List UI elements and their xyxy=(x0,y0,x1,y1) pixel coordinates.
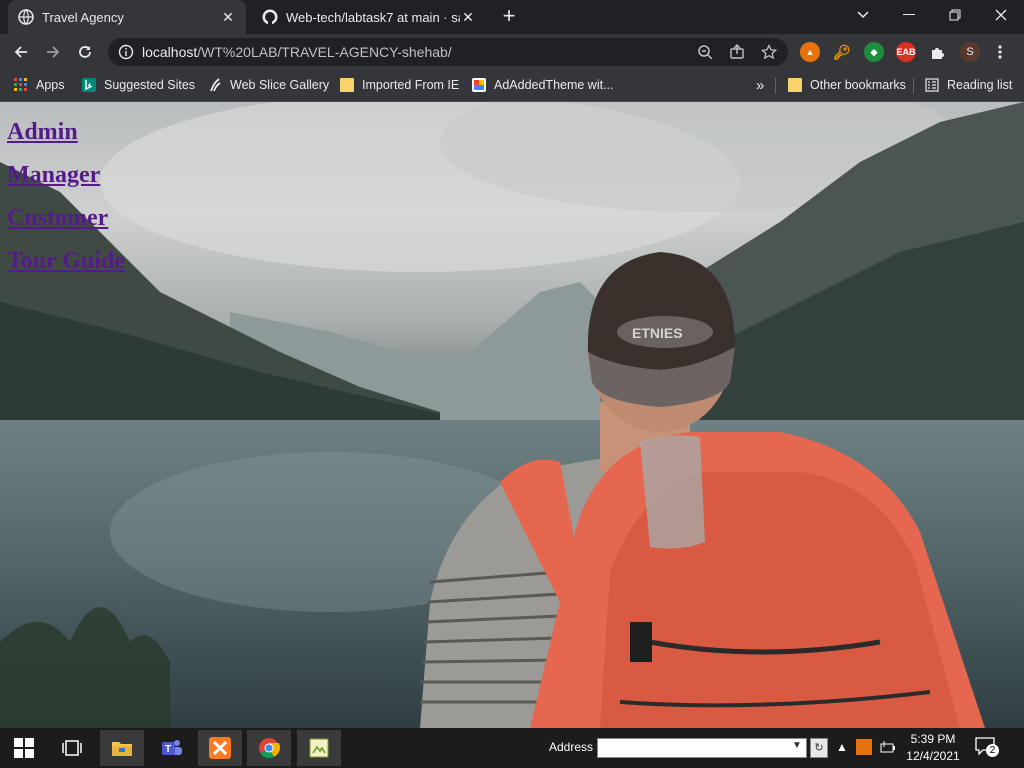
tab-close-icon[interactable]: ✕ xyxy=(460,9,476,25)
windows-taskbar: T Address ▼ ↻ ▲ 5:39 PM 12/4/2021 2 xyxy=(0,728,1024,768)
bookmark-label: AdAddedTheme wit... xyxy=(494,78,614,92)
taskbar-address-label: Address xyxy=(549,740,594,754)
notification-badge: 2 xyxy=(986,744,999,757)
bookmark-other-bookmarks[interactable]: Other bookmarks xyxy=(788,76,906,94)
battery-icon[interactable] xyxy=(880,740,896,757)
browser-toolbar: localhost/WT%20LAB/TRAVEL-AGENCY-shehab/… xyxy=(0,34,1024,70)
folder-icon xyxy=(340,78,354,92)
restore-icon[interactable] xyxy=(932,0,978,30)
file-explorer-icon[interactable] xyxy=(100,730,144,766)
customer-link[interactable]: Customer xyxy=(7,206,125,230)
url-path: /WT%20LAB/TRAVEL-AGENCY-shehab/ xyxy=(197,44,452,60)
github-icon xyxy=(262,9,278,25)
bookmark-label: Web Slice Gallery xyxy=(230,78,330,92)
chrome-icon[interactable] xyxy=(247,730,291,766)
page-content: ETNIES Admin Manager Customer Tour Guide xyxy=(0,102,1024,728)
bookmark-apps[interactable]: Apps xyxy=(14,76,65,94)
url-host: localhost xyxy=(142,44,198,60)
svg-text:T: T xyxy=(165,744,171,755)
role-links: Admin Manager Customer Tour Guide xyxy=(7,120,125,292)
bookmark-web-slice-gallery[interactable]: Web Slice Gallery xyxy=(208,76,329,94)
forward-icon[interactable] xyxy=(40,40,66,64)
start-windows-icon[interactable] xyxy=(2,730,46,766)
bookmark-label: Reading list xyxy=(947,78,1013,92)
notification-center-icon[interactable]: 2 xyxy=(975,737,999,759)
bookmark-star-icon[interactable] xyxy=(760,43,778,61)
bookmark-adaddedtheme[interactable]: AdAddedTheme wit... xyxy=(472,76,614,94)
manager-link[interactable]: Manager xyxy=(7,163,125,187)
bookmark-label: Suggested Sites xyxy=(104,78,196,92)
taskbar-address-input[interactable] xyxy=(597,738,807,758)
bookmark-imported-from-ie[interactable]: Imported From IE xyxy=(340,76,459,94)
new-tab-icon[interactable]: + xyxy=(498,5,520,28)
minimize-icon[interactable] xyxy=(886,0,932,30)
zoom-icon[interactable] xyxy=(696,43,714,61)
tab-github[interactable]: Web-tech/labtask7 at main · safayat ✕ xyxy=(252,0,486,34)
teams-icon[interactable]: T xyxy=(150,730,194,766)
bookmarks-overflow-button[interactable]: » xyxy=(756,76,764,94)
extension-avast-icon[interactable]: ▲ xyxy=(800,42,820,62)
reading-list-icon xyxy=(925,78,939,92)
chevron-down-icon[interactable]: ▼ xyxy=(792,740,802,751)
svg-text:ETNIES: ETNIES xyxy=(632,325,683,341)
tray-app-icon[interactable] xyxy=(856,739,872,755)
clock-date: 12/4/2021 xyxy=(906,749,960,763)
bookmark-suggested-sites[interactable]: Suggested Sites xyxy=(82,76,195,94)
clock-time: 5:39 PM xyxy=(910,732,956,746)
admin-link[interactable]: Admin xyxy=(7,120,125,144)
share-icon[interactable] xyxy=(728,43,746,61)
globe-icon xyxy=(18,9,34,25)
bookmark-label: Apps xyxy=(36,78,65,92)
taskbar-address-go-icon[interactable]: ↻ xyxy=(810,738,828,758)
profile-avatar[interactable]: S xyxy=(960,42,980,62)
site-info-icon[interactable] xyxy=(118,44,134,60)
tab-search-icon[interactable] xyxy=(840,0,886,30)
xampp-icon[interactable] xyxy=(198,730,242,766)
tab-travel-agency[interactable]: Travel Agency ✕ xyxy=(8,0,246,34)
address-bar[interactable]: localhost/WT%20LAB/TRAVEL-AGENCY-shehab/ xyxy=(108,38,788,66)
bookmark-label: Other bookmarks xyxy=(810,78,906,92)
notepad-plus-icon[interactable] xyxy=(297,730,341,766)
apps-grid-icon xyxy=(14,78,27,91)
tab-close-icon[interactable]: ✕ xyxy=(220,9,236,25)
extension-key-icon[interactable]: 🔑︎ xyxy=(832,42,852,62)
taskbar-clock[interactable]: 5:39 PM 12/4/2021 xyxy=(900,731,966,765)
theme-icon xyxy=(472,78,486,92)
tray-overflow-icon[interactable]: ▲ xyxy=(836,740,848,754)
tab-strip: Travel Agency ✕ Web-tech/labtask7 at mai… xyxy=(0,0,1024,34)
task-view-icon[interactable] xyxy=(50,730,94,766)
close-window-icon[interactable] xyxy=(978,0,1024,30)
tour-guide-link[interactable]: Tour Guide xyxy=(7,249,125,273)
reload-icon[interactable] xyxy=(72,40,98,64)
extension-globe-icon[interactable]: ◆ xyxy=(864,42,884,62)
bookmarks-bar: Apps Suggested Sites Web Slice Gallery I… xyxy=(0,70,1024,102)
url-text: localhost/WT%20LAB/TRAVEL-AGENCY-shehab/ xyxy=(142,44,452,60)
folder-icon xyxy=(788,78,802,92)
tab-title: Travel Agency xyxy=(42,9,124,25)
extensions-puzzle-icon[interactable] xyxy=(928,42,948,62)
hero-background-image: ETNIES xyxy=(0,102,1024,728)
back-icon[interactable] xyxy=(8,40,34,64)
tab-title: Web-tech/labtask7 at main · safayat xyxy=(286,9,460,25)
reading-list-button[interactable]: Reading list xyxy=(925,76,1012,94)
bing-icon xyxy=(82,78,96,92)
extension-adblock-icon[interactable]: EAB xyxy=(896,42,916,62)
bookmarks-divider xyxy=(913,78,914,94)
menu-kebab-icon[interactable] xyxy=(990,42,1010,62)
bookmark-label: Imported From IE xyxy=(362,78,460,92)
bookmarks-divider xyxy=(775,78,776,94)
web-slice-icon xyxy=(210,78,221,92)
